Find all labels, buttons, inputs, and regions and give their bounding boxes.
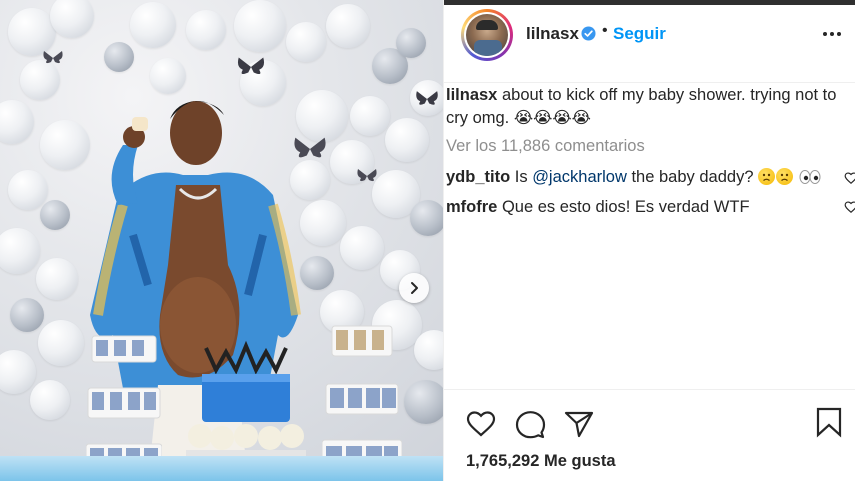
comment-item: ydb_tito Is @jackharlow the baby daddy? xyxy=(446,168,821,187)
balloon xyxy=(36,258,78,300)
butterfly-decoration xyxy=(43,51,63,64)
balloon xyxy=(8,170,48,210)
balloon xyxy=(186,10,226,50)
table-cloth xyxy=(0,456,443,481)
avatar[interactable] xyxy=(461,9,513,61)
balloon xyxy=(300,200,346,246)
likes-count[interactable]: 1,765,292 Me gusta xyxy=(466,452,616,471)
eyes-emoji xyxy=(799,170,821,184)
comment-username[interactable]: ydb_tito xyxy=(446,168,510,186)
balloon xyxy=(326,4,370,48)
balloon xyxy=(10,298,44,332)
caption-text: about to kick off my baby shower. trying… xyxy=(446,86,837,127)
comment-like-heart-icon[interactable] xyxy=(844,200,855,214)
comment-item: mfofre Que es esto dios! Es verdad WTF xyxy=(446,198,750,217)
verified-badge-icon xyxy=(581,26,596,41)
view-all-comments-link[interactable]: Ver los 11,886 comentarios xyxy=(446,137,645,156)
balloon xyxy=(50,0,94,38)
comment-username[interactable]: mfofre xyxy=(446,198,497,216)
more-options-icon[interactable] xyxy=(821,29,843,39)
balloon xyxy=(350,96,390,136)
balloon xyxy=(104,42,134,72)
butterfly-decoration xyxy=(416,91,438,105)
carousel-next-button[interactable] xyxy=(399,273,429,303)
balloon xyxy=(396,28,426,58)
balloon xyxy=(410,200,443,236)
butterfly-decoration xyxy=(357,169,377,182)
balloon xyxy=(8,8,56,56)
heart-icon[interactable] xyxy=(465,408,497,440)
comment-text: Que es esto dios! Es verdad WTF xyxy=(501,198,750,216)
balloon xyxy=(0,100,34,144)
balloon xyxy=(385,118,429,162)
frowning-face-emoji xyxy=(758,168,776,185)
post-author-username[interactable]: lilnasx xyxy=(526,24,579,44)
balloon xyxy=(0,350,36,394)
comment-bubble-icon[interactable] xyxy=(514,408,546,440)
frowning-face-emoji xyxy=(776,168,794,185)
post-photo[interactable] xyxy=(0,0,443,481)
instagram-post-window: lilnasx • Seguir lilnasx about to kick o… xyxy=(0,0,855,481)
balloon xyxy=(0,228,40,274)
post-actions-bar: 1,765,292 Me gusta xyxy=(444,389,855,481)
post-header: lilnasx • Seguir xyxy=(444,5,855,83)
balloon xyxy=(130,2,176,48)
balloon xyxy=(234,0,286,52)
comment-text: Is xyxy=(514,168,533,186)
balloon xyxy=(38,320,84,366)
balloon xyxy=(340,226,384,270)
balloon xyxy=(30,380,70,420)
butterfly-decoration xyxy=(237,57,265,74)
balloon xyxy=(40,200,70,230)
comment-mention-link[interactable]: @jackharlow xyxy=(532,168,627,186)
comment-text: the baby daddy? xyxy=(626,168,754,186)
balloon xyxy=(404,380,443,424)
balloon xyxy=(20,60,60,100)
balloon xyxy=(286,22,326,62)
paper-plane-icon[interactable] xyxy=(563,408,595,440)
post-details-panel: lilnasx • Seguir lilnasx about to kick o… xyxy=(443,0,855,481)
post-caption: lilnasx about to kick off my baby shower… xyxy=(446,84,855,130)
caption-username[interactable]: lilnasx xyxy=(446,86,497,104)
balloon xyxy=(414,330,443,370)
separator-dot: • xyxy=(602,22,608,39)
balloon xyxy=(40,120,90,170)
comment-like-heart-icon[interactable] xyxy=(844,171,855,185)
balloon xyxy=(296,90,348,142)
bookmark-icon[interactable] xyxy=(813,406,845,438)
chevron-right-icon xyxy=(411,282,418,294)
follow-button[interactable]: Seguir xyxy=(613,24,666,44)
balloon xyxy=(300,256,334,290)
avatar-image xyxy=(466,14,508,56)
